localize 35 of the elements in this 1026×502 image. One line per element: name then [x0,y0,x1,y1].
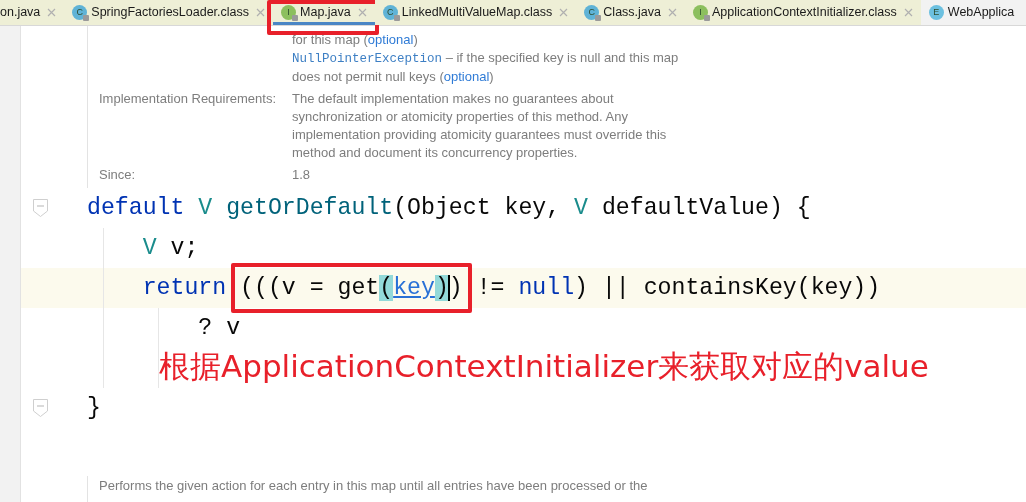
file-type-icon: I [693,5,708,20]
close-icon[interactable] [47,8,57,17]
editor-tab[interactable]: I ApplicationContextInitializer.class [685,0,921,25]
doc-text: Performs the given action for each entry in this map until all entries have been processed or the [99,477,648,495]
editor-tab[interactable]: on.java [0,0,65,25]
editor-tab[interactable]: C Class.java [576,0,685,25]
code-line: default V getOrDefault(Object key, V defaultValue) { [87,194,811,223]
doc-text: NullPointerException – if the specified key is null and this map does not permit null keys (optional) [292,49,680,86]
optional-link[interactable]: optional [443,69,490,84]
doc-label: Implementation Requirements: [99,90,278,108]
close-icon[interactable] [903,8,913,17]
doc-text: for this map (optional) [292,31,419,49]
doc-text: The default implementation makes no guarantees about synchronization or atomicity properties of this method. Any implementation providing atomicity guarantees must override this method and document its concurrency properties. [292,90,668,162]
close-icon[interactable] [256,8,266,17]
fold-marker-icon[interactable] [33,399,48,417]
text-cursor [447,275,450,301]
code-line: ? v [197,314,241,343]
close-icon[interactable] [559,8,569,17]
doc-text: 1.8 [292,166,312,184]
editor-tab[interactable]: C SpringFactoriesLoader.class [64,0,274,25]
code-line: } [87,394,101,423]
code-line: return (((v = get(key)) != null) || containsKey(key)) [141,274,881,303]
annotation-text: 根据ApplicationContextInitializer来获取对应的value [159,347,929,386]
doc-label: Since: [99,166,137,184]
optional-link[interactable]: optional [367,32,414,47]
close-icon[interactable] [668,8,677,17]
file-type-icon: C [584,5,600,20]
code-line: V v; [141,234,199,263]
fold-marker-icon[interactable] [33,199,48,217]
file-type-icon: C [382,5,398,20]
file-type-icon: C [72,5,88,20]
file-type-icon: E [928,5,944,20]
file-type-icon: I [281,5,297,20]
editor-tab[interactable]: C LinkedMultiValueMap.class [374,0,577,25]
close-icon[interactable] [357,8,367,17]
